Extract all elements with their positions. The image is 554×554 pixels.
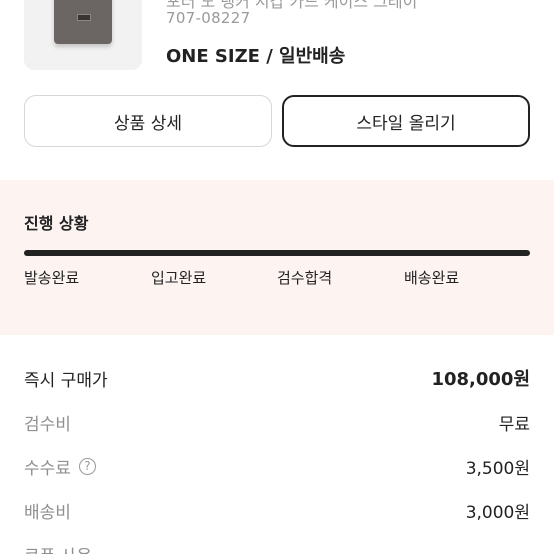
price-label: 배송비 [24, 502, 71, 523]
progress-step-shipped: 발송완료 [24, 269, 80, 287]
question-circle-icon[interactable]: ? [78, 457, 96, 475]
progress-title: 진행 상황 [24, 214, 89, 233]
price-value: 무료 [498, 414, 530, 435]
price-row-shipping-fee: 배송비 3,000원 [24, 495, 530, 525]
price-label-wrap: 수수료 ? [24, 454, 96, 479]
progress-bar-fill [24, 250, 530, 256]
price-label: 즉시 구매가 [24, 370, 108, 391]
progress-step-inspection-passed: 검수합격 [277, 269, 333, 287]
product-model-number: 707-08227 [166, 9, 251, 27]
price-label: 수수료 [24, 458, 71, 479]
product-logo-tag [77, 14, 91, 21]
product-thumbnail[interactable] [24, 0, 142, 70]
price-row-instant-buy: 즉시 구매가 108,000원 [24, 363, 530, 393]
price-value: 3,500원 [465, 458, 530, 479]
price-label: 검수비 [24, 414, 71, 435]
price-row-inspection-fee: 검수비 무료 [24, 407, 530, 437]
price-row-commission: 수수료 ? 3,500원 [24, 451, 530, 481]
product-option: ONE SIZE / 일반배송 [166, 46, 346, 67]
price-value: 108,000원 [431, 369, 530, 390]
progress-panel: 진행 상황 발송완료 입고완료 검수합격 배송완료 [0, 180, 554, 335]
upload-style-button[interactable]: 스타일 올리기 [282, 95, 530, 147]
progress-bar [24, 250, 530, 256]
price-value: 3,000원 [465, 502, 530, 523]
price-label: 쿠폰 사용 [24, 542, 92, 554]
product-image [54, 0, 112, 44]
product-detail-button[interactable]: 상품 상세 [24, 95, 272, 147]
progress-step-received: 입고완료 [151, 269, 207, 287]
order-detail-page: 포터 노 탱커 지갑 카드 케이스 그레이 707-08227 ONE SIZE… [0, 0, 554, 554]
progress-step-delivered: 배송완료 [404, 269, 460, 287]
price-row-coupon: 쿠폰 사용 [24, 539, 530, 554]
